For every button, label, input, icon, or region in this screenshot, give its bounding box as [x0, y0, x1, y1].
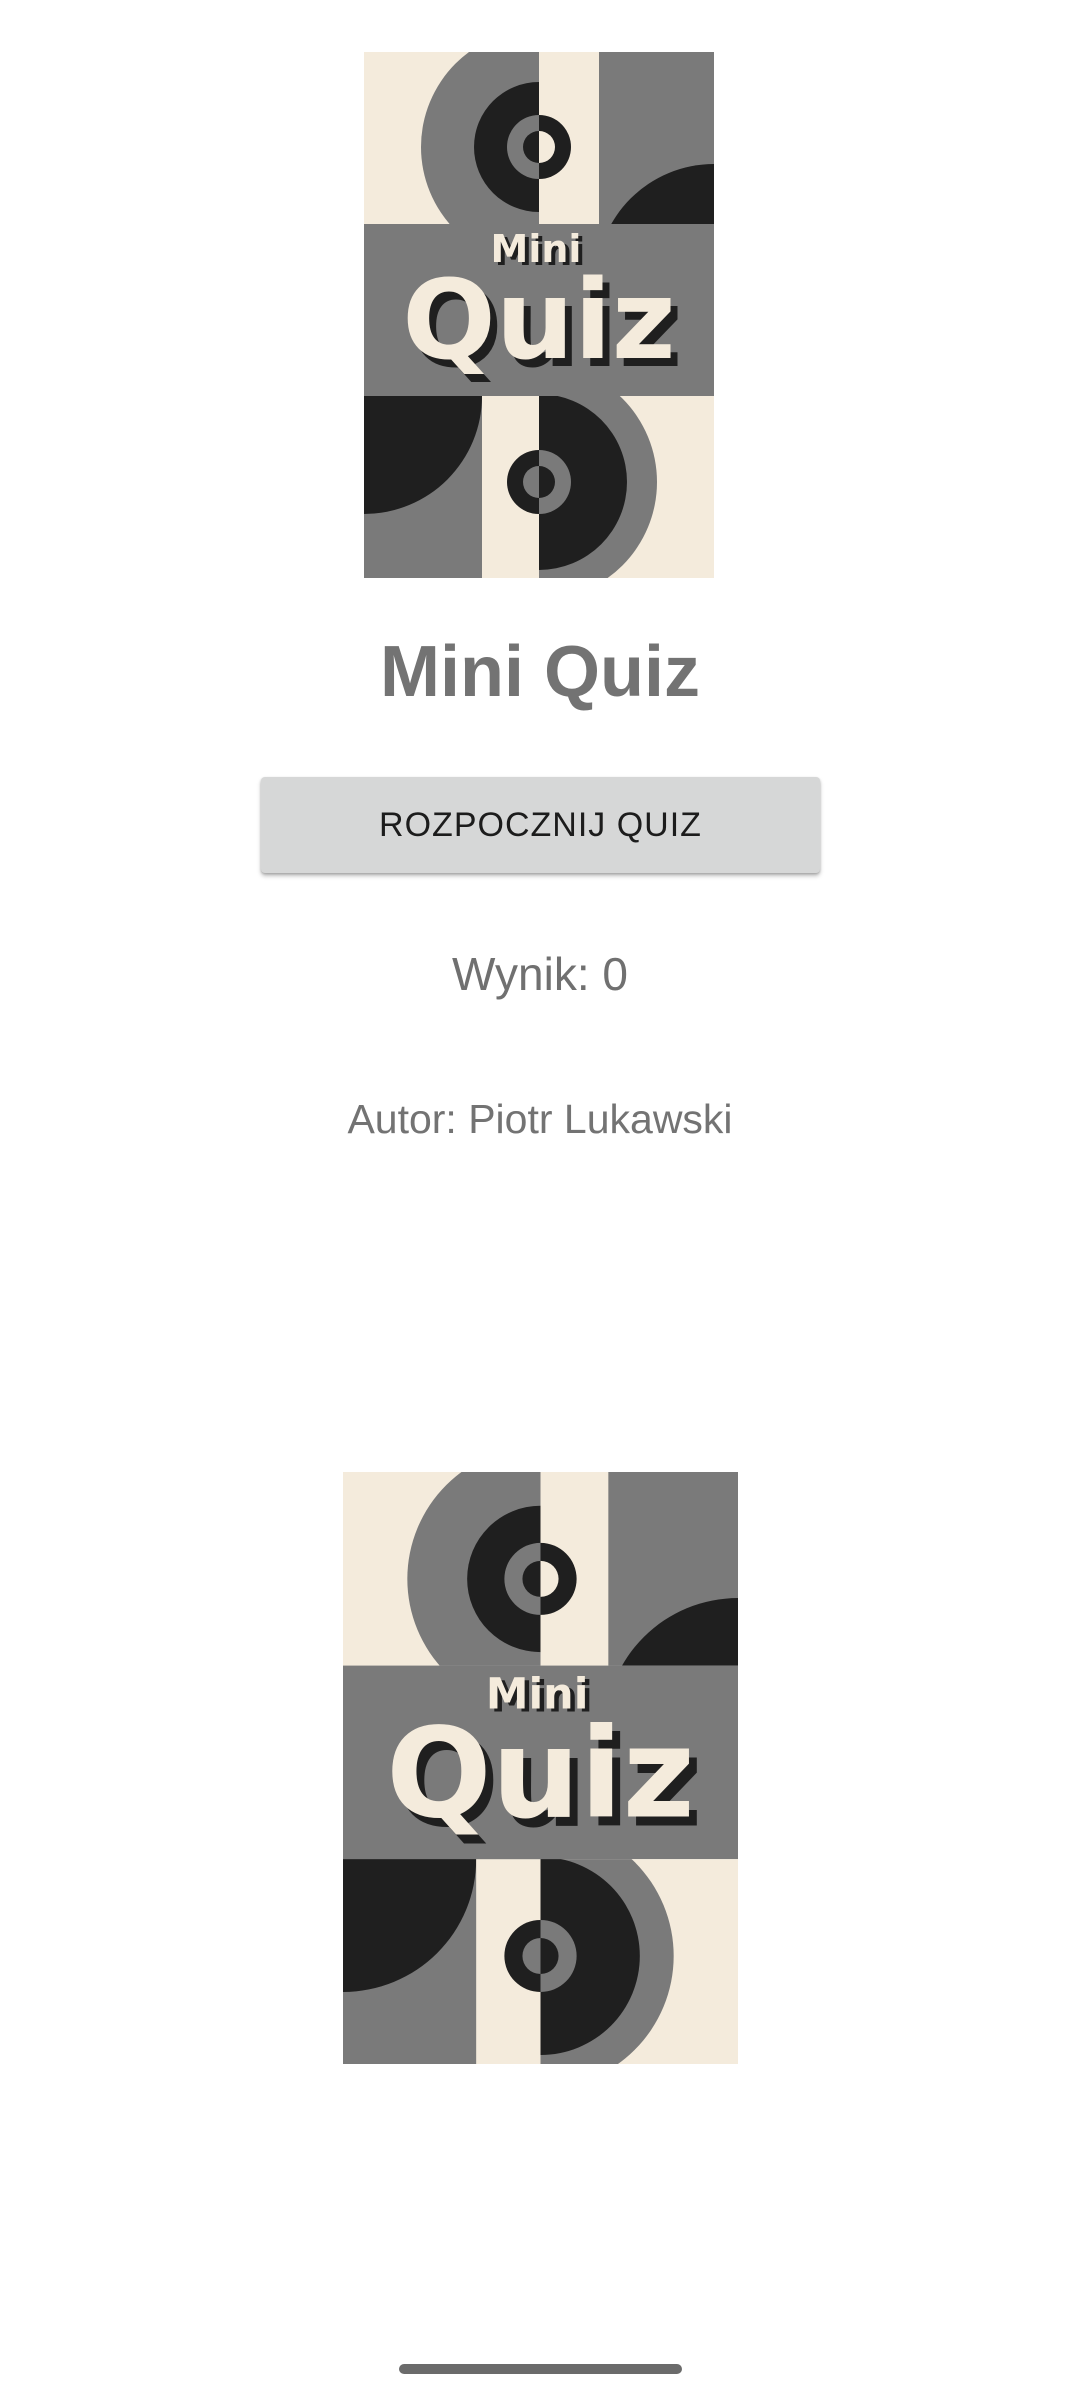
gesture-nav-handle[interactable] — [399, 2364, 682, 2374]
svg-text:Quiz: Quiz — [402, 256, 676, 384]
quiz-cover-image-top: Mini Mini Quiz Quiz — [364, 52, 714, 578]
svg-text:Quiz: Quiz — [386, 1703, 695, 1847]
quiz-cover-image-bottom: Mini Mini Quiz Quiz — [343, 1472, 738, 2064]
start-quiz-button[interactable]: ROZPOCZNIJ QUIZ — [261, 777, 820, 873]
author-label: Autor: Piotr Lukawski — [347, 1096, 733, 1142]
app-title: Mini Quiz — [380, 632, 700, 712]
score-label: Wynik: 0 — [452, 948, 628, 1000]
